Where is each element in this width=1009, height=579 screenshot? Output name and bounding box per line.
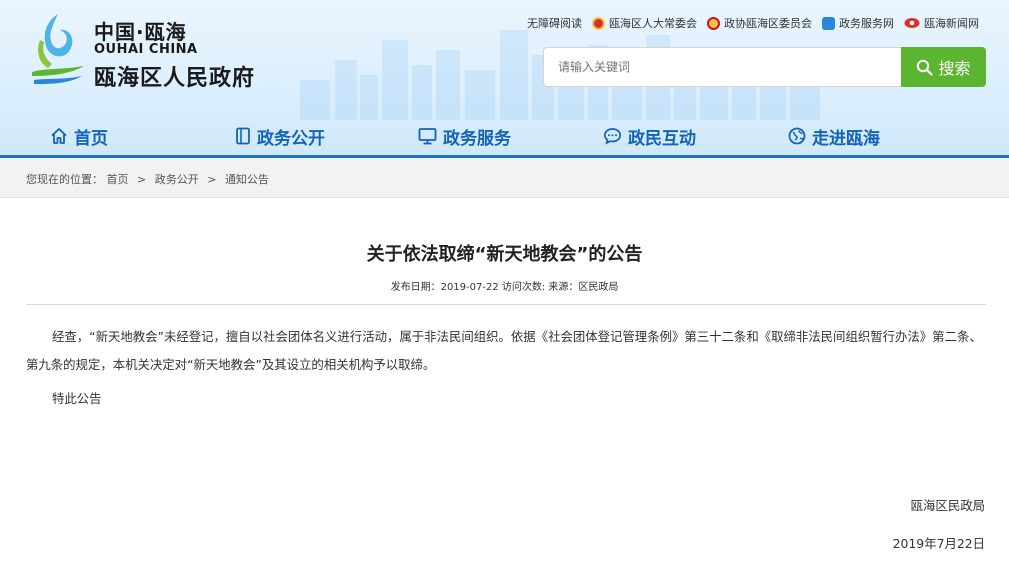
nav-item-gov-affairs-label: 政务公开 [257, 128, 325, 149]
ouhai-logo-icon [32, 14, 84, 84]
news-network-link[interactable]: 瓯海新闻网 [904, 15, 979, 31]
breadcrumb: 您现在的位置： 首页 > 政务公开 > 通知公告 [26, 171, 269, 187]
cppcc-link[interactable]: 政协瓯海区委员会 [707, 15, 812, 31]
cppcc-link-label: 政协瓯海区委员会 [724, 17, 812, 30]
article-signature: 瓯海区民政局 [910, 498, 985, 513]
nav-item-about-ouhai-label: 走进瓯海 [812, 128, 880, 149]
chat-icon [603, 128, 622, 145]
search-input[interactable] [543, 47, 901, 87]
people-congress-link-label: 瓯海区人大常委会 [609, 17, 697, 30]
breadcrumb-bar: 您现在的位置： 首页 > 政务公开 > 通知公告 [0, 158, 1009, 198]
search-button-label: 搜索 [938, 59, 971, 78]
breadcrumb-separator: > [207, 173, 217, 186]
logo-title-china-ouhai: 中国·瓯海 [94, 20, 187, 44]
globe-icon [788, 127, 806, 145]
document-icon [236, 127, 250, 145]
search-bar: 搜索 [543, 47, 986, 87]
accessibility-link[interactable]: 无障碍阅读 [527, 15, 582, 31]
breadcrumb-prefix: 您现在的位置： [26, 173, 103, 186]
article-date: 2019年7月22日 [892, 536, 985, 551]
nav-item-interaction[interactable]: 政民互动 [603, 117, 696, 155]
article-paragraph: 经查，“新天地教会”未经登记，擅自以社会团体名义进行活动，属于非法民间组织。依据… [26, 329, 982, 372]
nav-item-gov-affairs[interactable]: 政务公开 [235, 117, 325, 155]
article-meta: 发布日期：2019-07-22 访问次数: 来源：区民政局 [390, 282, 619, 293]
nav-item-about-ouhai[interactable]: 走进瓯海 [788, 117, 880, 155]
nav-item-gov-services[interactable]: 政务服务 [418, 117, 511, 155]
accessibility-link-label: 无障碍阅读 [527, 17, 582, 30]
nav-item-gov-services-label: 政务服务 [443, 128, 511, 149]
people-congress-link[interactable]: 瓯海区人大常委会 [592, 15, 697, 31]
news-eye-icon [904, 18, 920, 28]
breadcrumb-gov-affairs-link[interactable]: 政务公开 [155, 173, 199, 186]
search-icon [917, 59, 934, 76]
home-icon [51, 128, 67, 144]
site-header: 中国·瓯海 OUHAI CHINA 瓯海区人民政府 无障碍阅读 瓯海区人大常委会… [0, 0, 1009, 158]
article-divider [26, 304, 986, 305]
service-network-link[interactable]: 政务服务网 [822, 15, 894, 31]
logo-title-government: 瓯海区人民政府 [94, 66, 256, 91]
service-network-icon [822, 16, 835, 30]
service-network-link-label: 政务服务网 [839, 17, 894, 30]
site-logo[interactable]: 中国·瓯海 OUHAI CHINA 瓯海区人民政府 [30, 10, 270, 91]
logo-title-english: OUHAI CHINA [94, 42, 198, 57]
top-links-bar: 无障碍阅读 瓯海区人大常委会 政协瓯海区委员会 政务服务网 瓯海新闻网 [527, 15, 979, 31]
article-title: 关于依法取缔“新天地教会”的公告 [366, 244, 643, 265]
breadcrumb-home-link[interactable]: 首页 [107, 173, 129, 186]
nav-item-home-label: 首页 [74, 128, 108, 149]
national-emblem-icon [592, 16, 605, 30]
breadcrumb-notices-link[interactable]: 通知公告 [225, 173, 269, 186]
article-closing: 特此公告 [52, 391, 102, 406]
nav-item-home[interactable]: 首页 [50, 117, 108, 155]
monitor-icon [418, 128, 437, 145]
news-network-link-label: 瓯海新闻网 [924, 17, 979, 30]
nav-item-interaction-label: 政民互动 [628, 128, 696, 149]
breadcrumb-separator: > [137, 173, 147, 186]
search-button[interactable]: 搜索 [901, 47, 986, 87]
main-nav: 首页 政务公开 政务服务 政民互动 走进瓯海 [0, 117, 1009, 155]
cppcc-emblem-icon [707, 16, 720, 30]
